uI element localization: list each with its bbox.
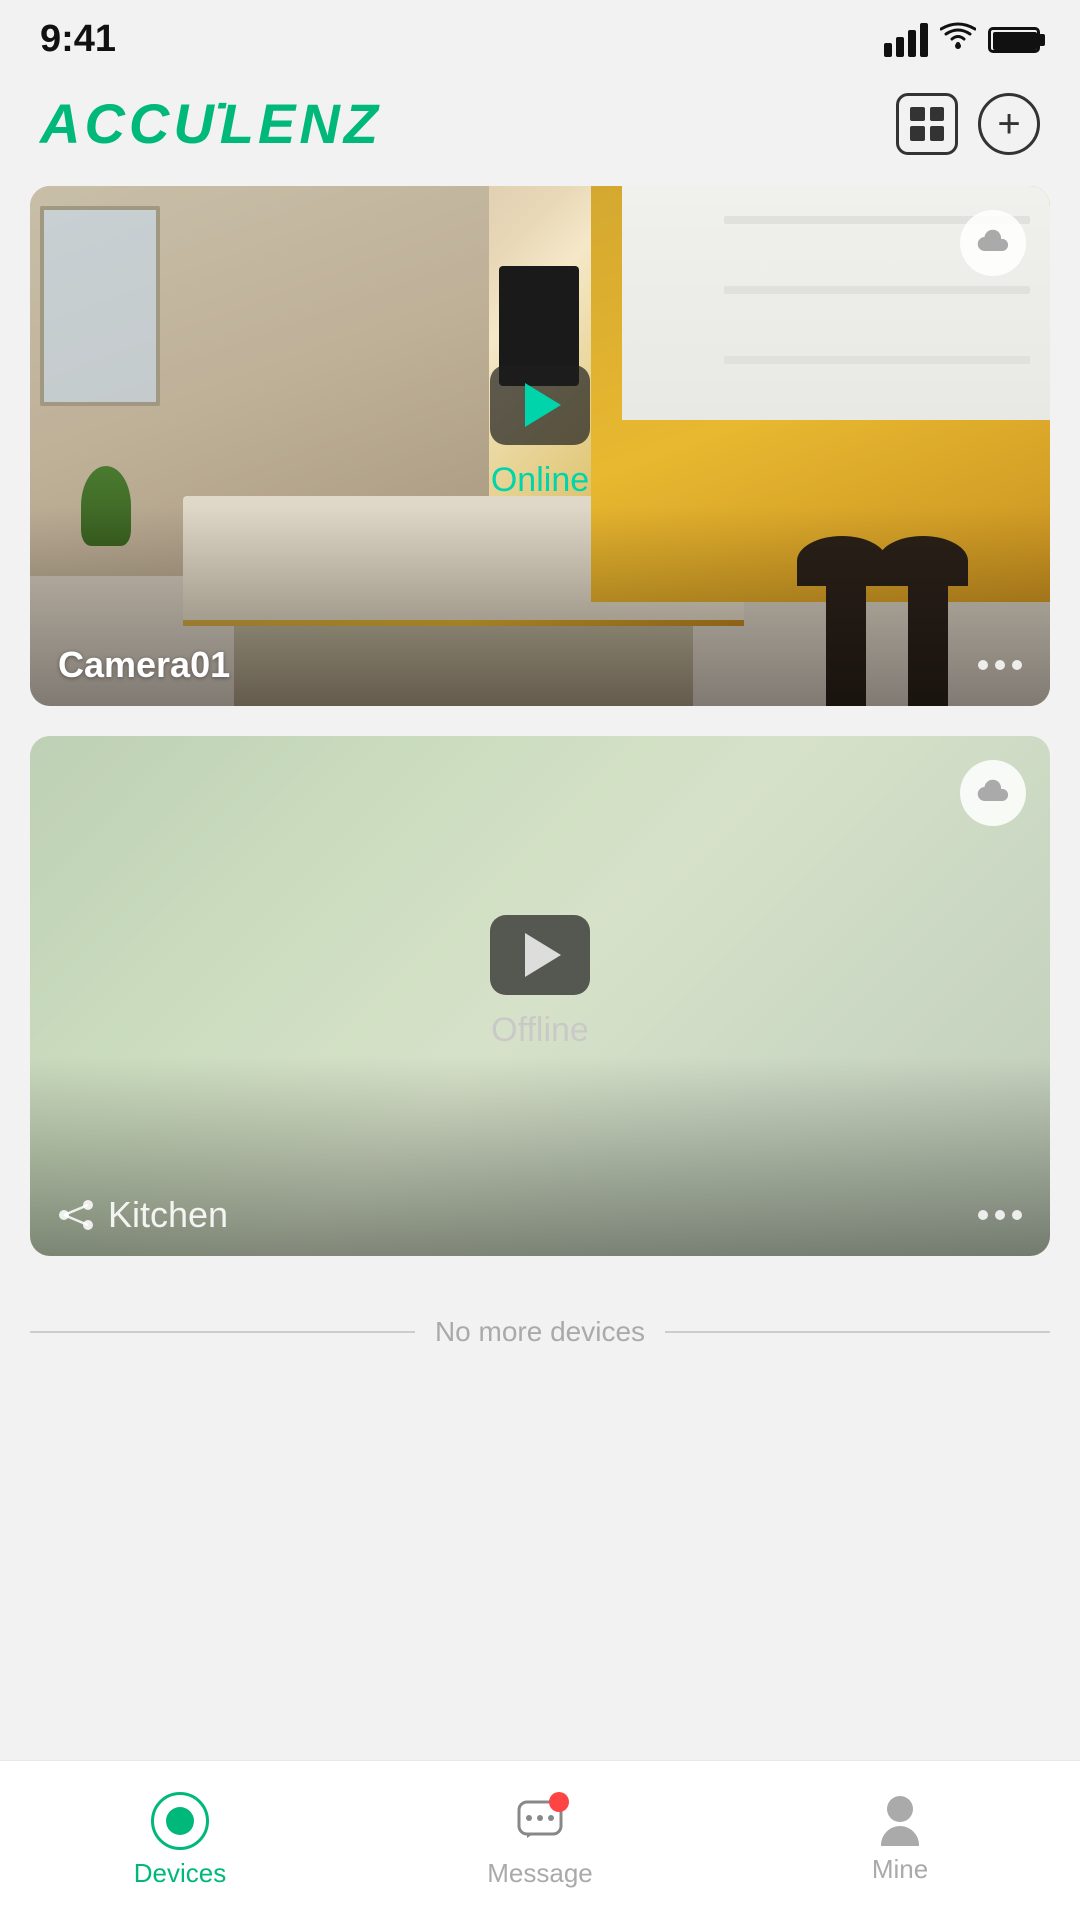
- play-button-online[interactable]: [490, 365, 590, 445]
- divider-right: [665, 1331, 1050, 1333]
- plus-icon: +: [997, 104, 1020, 144]
- profile-avatar-head: [887, 1796, 913, 1822]
- profile-icon-wrapper: [875, 1796, 925, 1846]
- more-options-button-offline[interactable]: [978, 1210, 1022, 1220]
- battery-icon: [988, 27, 1040, 53]
- main-content: Online Camera01: [0, 186, 1080, 1388]
- header-actions: +: [896, 93, 1040, 155]
- status-icons: [884, 20, 1040, 59]
- cloud-storage-button-offline[interactable]: [960, 760, 1026, 826]
- share-icon: [58, 1197, 94, 1233]
- online-status-label: Online: [491, 461, 589, 500]
- profile-avatar-body: [881, 1826, 919, 1846]
- status-bar: 9:41: [0, 0, 1080, 71]
- camera-card-online[interactable]: Online Camera01: [30, 186, 1050, 706]
- kitchen-name: Kitchen: [58, 1194, 228, 1236]
- cloud-icon-offline: [975, 779, 1011, 807]
- play-button-offline[interactable]: [490, 915, 590, 995]
- cloud-icon: [975, 229, 1011, 257]
- camera-card-footer-online: Camera01: [30, 624, 1050, 706]
- play-button-wrapper-offline: Offline: [490, 915, 590, 1050]
- play-button-wrapper: Online: [490, 365, 590, 500]
- nav-item-mine[interactable]: Mine: [720, 1796, 1080, 1885]
- app-header: ACCU̇LENZ +: [0, 71, 1080, 186]
- app-logo: ACCU̇LENZ: [40, 91, 382, 156]
- message-badge: [549, 1792, 569, 1812]
- signal-icon: [884, 23, 928, 57]
- devices-nav-label: Devices: [134, 1858, 226, 1889]
- no-more-text: No more devices: [435, 1316, 645, 1348]
- divider-left: [30, 1331, 415, 1333]
- grid-view-button[interactable]: [896, 93, 958, 155]
- camera-card-footer-offline: Kitchen: [30, 1174, 1050, 1256]
- nav-item-message[interactable]: Message: [360, 1792, 720, 1889]
- play-icon-offline: [525, 933, 561, 977]
- cloud-storage-button[interactable]: [960, 210, 1026, 276]
- message-nav-label: Message: [487, 1858, 593, 1889]
- add-device-button[interactable]: +: [978, 93, 1040, 155]
- camera-card-offline[interactable]: Offline Kitchen: [30, 736, 1050, 1256]
- devices-icon: [151, 1792, 209, 1850]
- nav-item-devices[interactable]: Devices: [0, 1792, 360, 1889]
- wifi-icon: [940, 20, 976, 59]
- camera-name: Camera01: [58, 644, 230, 686]
- kitchen-camera-name: Kitchen: [108, 1194, 228, 1236]
- bottom-navigation: Devices Message Mine: [0, 1760, 1080, 1920]
- more-options-button[interactable]: [978, 660, 1022, 670]
- play-icon: [525, 383, 561, 427]
- offline-status-label: Offline: [491, 1011, 589, 1050]
- status-time: 9:41: [40, 18, 116, 61]
- mine-nav-label: Mine: [872, 1854, 928, 1885]
- message-icon-wrapper: [511, 1792, 569, 1850]
- grid-icon: [910, 107, 944, 141]
- no-more-devices: No more devices: [30, 1286, 1050, 1388]
